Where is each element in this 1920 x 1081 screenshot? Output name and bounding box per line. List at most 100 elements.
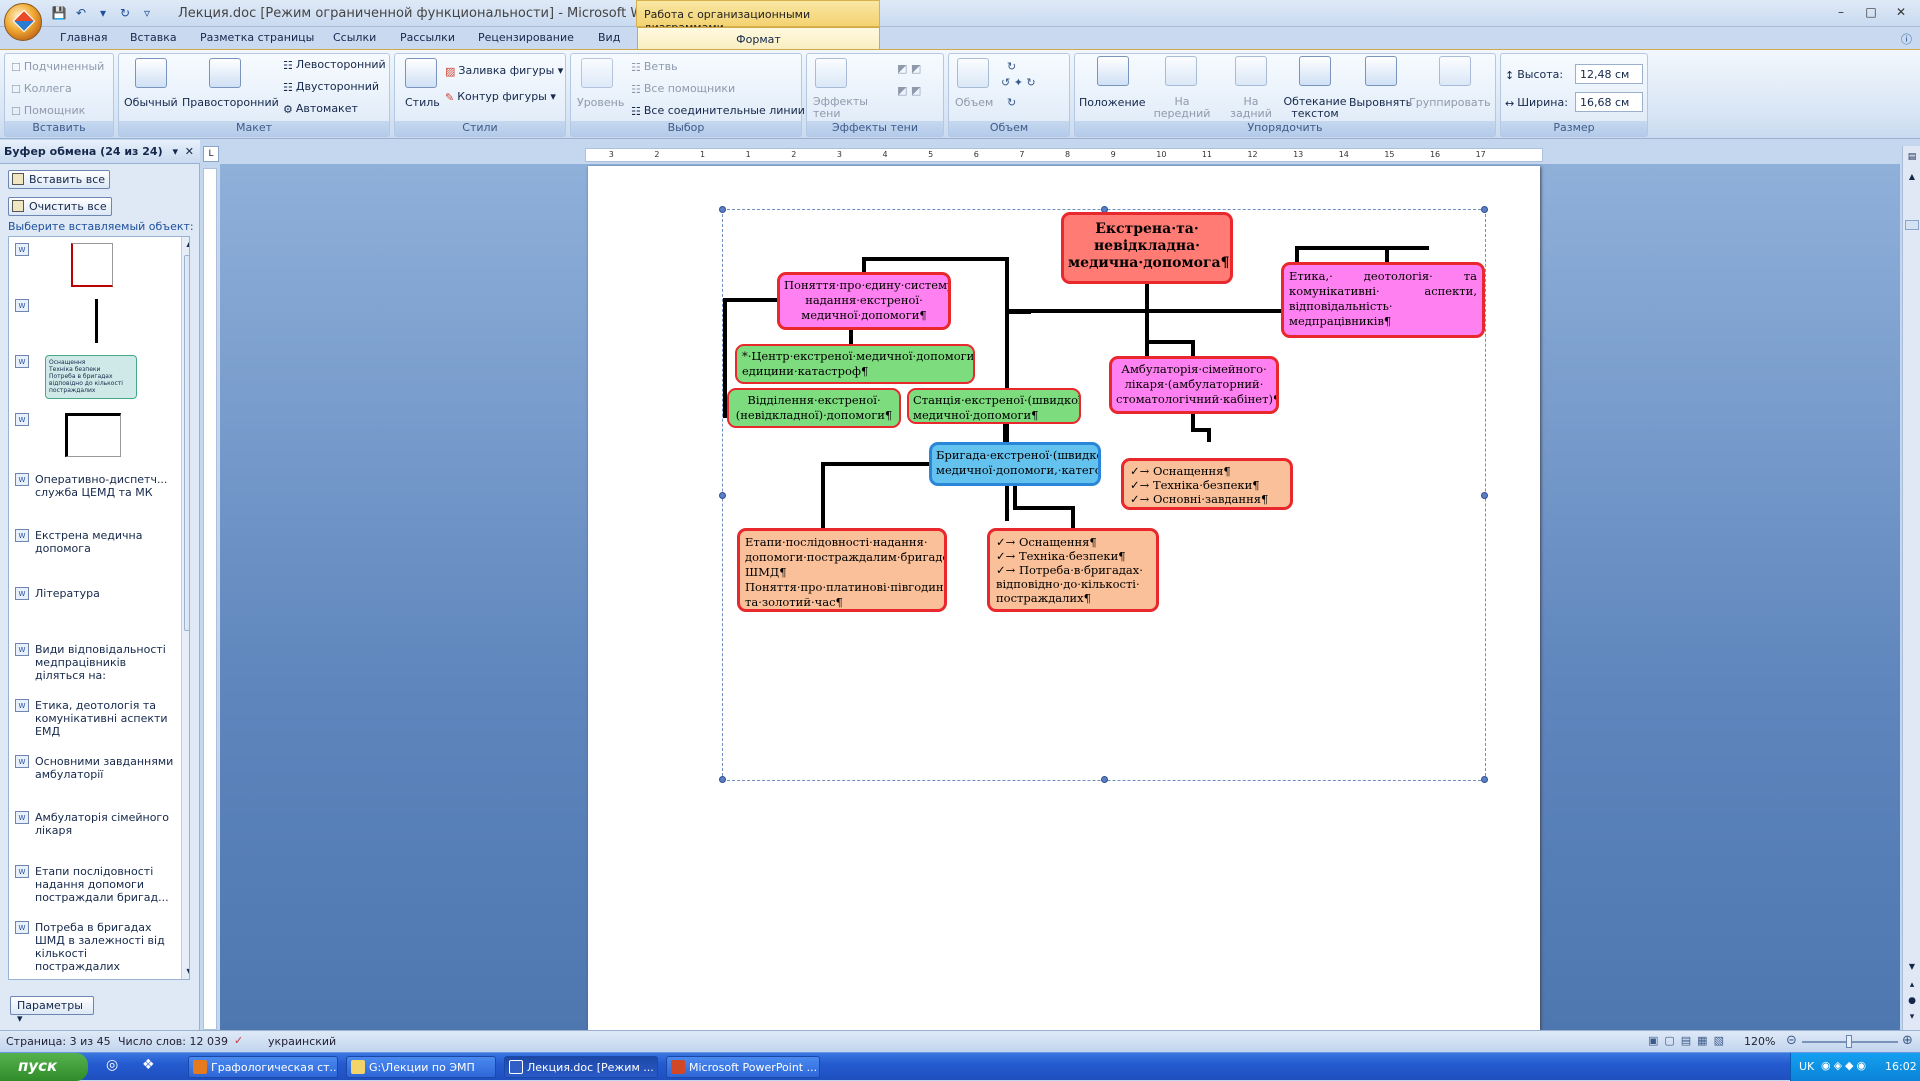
resize-handle[interactable] <box>1481 492 1488 499</box>
level-button[interactable]: Уровень <box>577 96 624 109</box>
task-word[interactable]: Лекция.doc [Режим ... <box>504 1056 658 1078</box>
options-button[interactable]: Параметры ▾ <box>10 996 94 1025</box>
pane-close-icon[interactable]: ✕ <box>185 145 194 158</box>
standard-layout-button[interactable]: Обычный <box>124 96 178 109</box>
tab-insert[interactable]: Вставка <box>130 31 177 44</box>
office-button[interactable] <box>4 3 42 41</box>
subordinate-button[interactable]: ☐ Подчиненный <box>11 60 104 74</box>
align-button[interactable]: Выровнять <box>1349 96 1412 109</box>
all-assistants-button[interactable]: ☷ Все помощники <box>631 82 735 96</box>
pane-menu-icon[interactable]: ▾ <box>172 145 178 158</box>
all-connectors-button[interactable]: ☷ Все соединительные линии <box>631 104 805 118</box>
resize-handle[interactable] <box>1481 206 1488 213</box>
scroll-up-icon[interactable]: ▲ <box>1905 172 1919 184</box>
task-folder[interactable]: G:\Лекции по ЭМП <box>346 1056 496 1078</box>
tab-home[interactable]: Главная <box>60 31 108 44</box>
style-button[interactable]: Стиль <box>405 96 440 109</box>
task-powerpoint[interactable]: Microsoft PowerPoint ... <box>666 1056 820 1078</box>
both-hanging-button[interactable]: ☷ Двусторонний <box>283 80 379 94</box>
volume-button[interactable]: Объем <box>955 96 993 109</box>
node-brigade[interactable]: Бригада·екстреної·(швидкої)· медичної·до… <box>929 442 1101 486</box>
quick-launch-icon[interactable]: ❖ <box>142 1057 155 1073</box>
tab-view[interactable]: Вид <box>598 31 620 44</box>
browse-object-icon[interactable]: ● <box>1905 996 1919 1008</box>
tilt-icon[interactable]: ↻ <box>1007 60 1016 73</box>
assistant-button[interactable]: ☐ Помощник <box>11 104 85 118</box>
scroll-up-icon[interactable]: ▲ <box>184 239 189 251</box>
page-count[interactable]: Страница: 3 из 45 <box>6 1035 111 1048</box>
group-objects-button[interactable]: Группировать <box>1409 96 1491 109</box>
org-chart-canvas[interactable]: Екстрена·та· невідкладна· медична·допомо… <box>719 206 1488 783</box>
close-icon[interactable]: ✕ <box>1888 2 1914 22</box>
shadow-nudge-icon[interactable]: ◩ ◩ <box>897 62 921 75</box>
view-buttons[interactable]: ▣▢▤▦▧ <box>1648 1034 1730 1047</box>
shadow-toggle-icon[interactable]: ◩ ◩ <box>897 84 921 97</box>
word-count[interactable]: Число слов: 12 039 <box>118 1035 228 1048</box>
node-ethics[interactable]: Етика,· деотологія· та комунікативні· ас… <box>1281 262 1485 338</box>
horizontal-ruler[interactable]: 3 2 1 1 2 3 4 5 6 7 8 9 10 11 12 13 14 15 16 17 <box>585 148 1543 162</box>
node-dept[interactable]: Відділення·екстреної· (невідкладної)·доп… <box>727 388 901 428</box>
node-ambulatory-items[interactable]: ✓→ Оснащення¶ ✓→ Техніка·безпеки¶ ✓→ Осн… <box>1121 458 1293 510</box>
resize-handle[interactable] <box>719 776 726 783</box>
branch-button[interactable]: ☷ Ветвь <box>631 60 678 74</box>
shadow-effects-button[interactable]: Эффекты тени <box>813 96 868 120</box>
zoom-level[interactable]: 120% <box>1744 1035 1775 1048</box>
pane-scrollbar[interactable]: ▲ ▼ <box>181 237 189 979</box>
zoom-in-icon[interactable]: ⊕ <box>1902 1033 1913 1048</box>
height-field[interactable]: 12,48 см <box>1575 64 1643 84</box>
resize-handle[interactable] <box>719 492 726 499</box>
tilt-down-icon[interactable]: ↻ <box>1007 96 1016 109</box>
width-field[interactable]: 16,68 см <box>1575 92 1643 112</box>
text-wrap-button[interactable]: Обтекание текстом <box>1283 96 1347 120</box>
quick-launch-icon[interactable]: ◎ <box>106 1057 118 1073</box>
position-button[interactable]: Положение <box>1079 96 1146 109</box>
tab-references[interactable]: Ссылки <box>333 31 376 44</box>
left-hanging-button[interactable]: ☷ Левосторонний <box>283 58 386 72</box>
node-root[interactable]: Екстрена·та· невідкладна· медична·допомо… <box>1061 212 1233 284</box>
language[interactable]: украинский <box>268 1035 336 1048</box>
node-station[interactable]: Станція·екстреної·(швидкої)· медичної·до… <box>907 388 1081 424</box>
right-hanging-button[interactable]: Правосторонний <box>182 96 279 109</box>
customize-qat-icon[interactable]: ▿ <box>138 4 156 22</box>
start-button[interactable]: пуск <box>0 1053 88 1081</box>
scroll-down-icon[interactable]: ▼ <box>1905 962 1919 974</box>
rotate-3d-icon[interactable]: ↺ ✦ ↻ <box>1001 76 1036 89</box>
redo-icon[interactable]: ↻ <box>116 4 134 22</box>
help-icon[interactable]: ⓘ <box>1901 31 1912 47</box>
zoom-slider-thumb[interactable] <box>1846 1035 1852 1048</box>
dropdown-icon[interactable]: ▾ <box>94 4 112 22</box>
undo-icon[interactable]: ↶ <box>72 4 90 22</box>
scroll-thumb[interactable] <box>184 255 189 631</box>
tab-review[interactable]: Рецензирование <box>478 31 574 44</box>
node-concept[interactable]: Поняття·про·єдину·систему· надання·екстр… <box>777 272 951 330</box>
next-page-icon[interactable]: ▾ <box>1905 1012 1919 1024</box>
tray-language[interactable]: UK <box>1799 1060 1814 1073</box>
clear-all-button[interactable]: Очистить все <box>8 197 112 216</box>
shape-outline-button[interactable]: ✎ Контур фигуры ▾ <box>445 90 556 104</box>
node-center[interactable]: *·Центр·екстреної·медичної·допомоги·та· … <box>735 344 975 384</box>
spelling-icon[interactable]: ✓ <box>234 1034 243 1047</box>
prev-page-icon[interactable]: ▴ <box>1905 980 1919 992</box>
vertical-ruler[interactable] <box>203 168 217 1030</box>
tab-mailings[interactable]: Рассылки <box>400 31 455 44</box>
minimize-icon[interactable]: – <box>1828 2 1854 22</box>
node-ambulatory[interactable]: Амбулаторія·сімейного· лікаря·(амбулатор… <box>1109 356 1279 414</box>
scroll-thumb[interactable] <box>1905 220 1919 230</box>
save-icon[interactable]: 💾 <box>50 4 68 22</box>
task-graphology[interactable]: Графологическая ст... <box>188 1056 338 1078</box>
resize-handle[interactable] <box>719 206 726 213</box>
resize-handle[interactable] <box>1481 776 1488 783</box>
document-scrollbar[interactable]: ▤ ▲ ▼ ▴ ● ▾ <box>1902 146 1920 1030</box>
node-stages[interactable]: Етапи·послідовності·надання· допомоги·по… <box>737 528 947 612</box>
tray-icons[interactable]: ◉◈◆◉ <box>1821 1059 1869 1072</box>
scroll-down-icon[interactable]: ▼ <box>184 967 189 979</box>
tab-format[interactable]: Формат <box>637 27 880 50</box>
zoom-out-icon[interactable]: ⊝ <box>1786 1033 1797 1048</box>
autolayout-button[interactable]: ⚙ Автомакет <box>283 102 358 116</box>
colleague-button[interactable]: ☐ Коллега <box>11 82 72 96</box>
paste-all-button[interactable]: Вставить все <box>8 170 111 189</box>
node-brigade-items[interactable]: ✓→ Оснащення¶ ✓→ Техніка·безпеки¶ ✓→ Пот… <box>987 528 1159 612</box>
tab-page-layout[interactable]: Разметка страницы <box>200 31 314 44</box>
tab-selector[interactable]: L <box>203 146 219 162</box>
maximize-icon[interactable]: □ <box>1858 2 1884 22</box>
